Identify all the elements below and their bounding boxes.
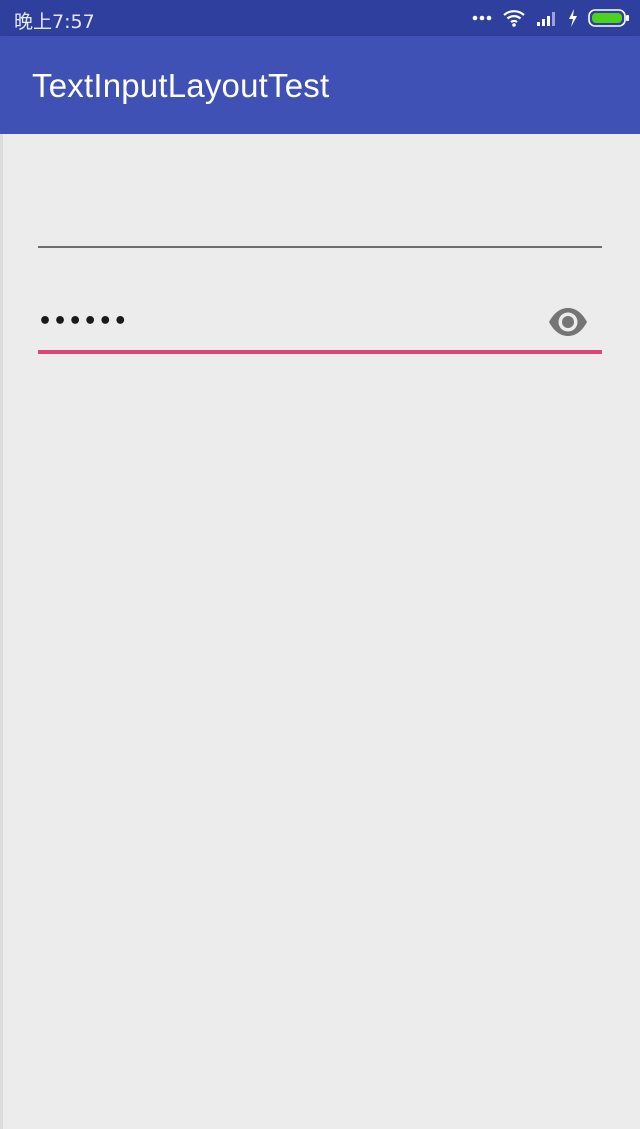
app-bar: TextInputLayoutTest bbox=[0, 36, 640, 134]
password-field[interactable]: •••••• bbox=[38, 296, 602, 354]
signal-icon bbox=[536, 9, 558, 27]
screen-edge bbox=[0, 134, 3, 1129]
status-bar: 晚上7:57 bbox=[0, 0, 640, 36]
eye-icon[interactable] bbox=[548, 306, 588, 338]
password-underline bbox=[38, 350, 602, 354]
username-underline bbox=[38, 246, 602, 248]
status-time: 晚上7:57 bbox=[14, 11, 95, 33]
battery-icon bbox=[588, 9, 630, 27]
wifi-icon bbox=[502, 8, 526, 28]
app-title: TextInputLayoutTest bbox=[32, 67, 330, 104]
content-area bbox=[0, 134, 640, 1129]
username-field[interactable] bbox=[38, 190, 602, 248]
status-icons bbox=[472, 6, 630, 30]
more-dots-icon bbox=[472, 14, 492, 22]
charging-icon bbox=[568, 9, 578, 27]
username-input[interactable] bbox=[38, 190, 602, 244]
password-input[interactable]: •••••• bbox=[38, 308, 128, 336]
